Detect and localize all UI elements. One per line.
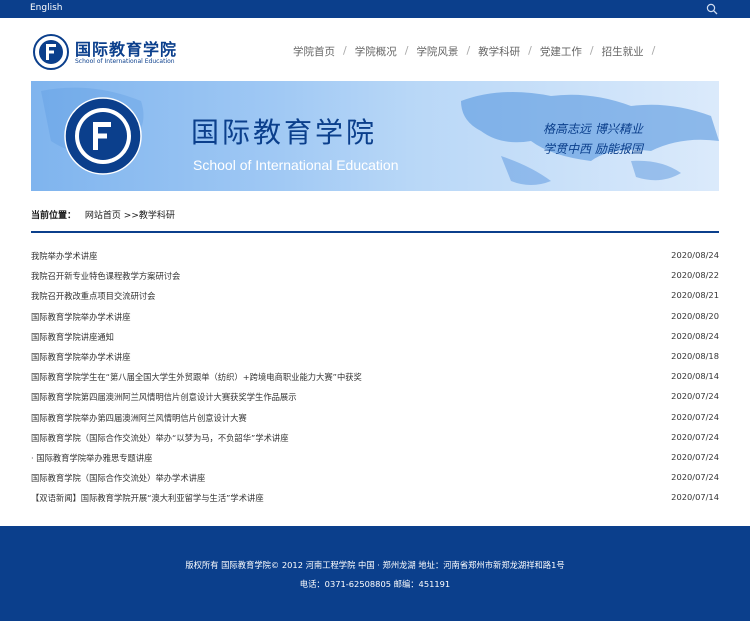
breadcrumb-current[interactable]: >>教学科研 — [124, 211, 175, 221]
news-title[interactable]: 国际教育学院举办学术讲座 — [31, 311, 131, 323]
nav-teaching-research[interactable]: 教学科研 — [478, 44, 520, 60]
news-date: 2020/07/24 — [671, 431, 719, 442]
list-item[interactable]: 国际教育学院举办学术讲座 2020/08/18 — [31, 348, 719, 368]
content-divider — [31, 231, 719, 233]
banner: 国际教育学院 School of International Education… — [31, 81, 719, 191]
list-item[interactable]: 国际教育学院学生在“第八届全国大学生外贸跟单（纺织）+跨境电商职业能力大赛”中获… — [31, 368, 719, 388]
news-title[interactable]: 我院召开教改重点项目交流研讨会 — [31, 290, 155, 302]
list-item[interactable]: 我院召开教改重点项目交流研讨会 2020/08/21 — [31, 287, 719, 307]
footer-copyright: 版权所有 国际教育学院© 2012 河南工程学院 中国 · 郑州龙湖 地址：河南… — [185, 560, 565, 570]
nav-separator: / — [343, 44, 347, 57]
news-title[interactable]: 国际教育学院举办第四届澳洲阿兰风情明信片创意设计大赛 — [31, 412, 247, 424]
nav-scenery[interactable]: 学院风景 — [416, 44, 458, 60]
nav-home[interactable]: 学院首页 — [293, 44, 335, 60]
list-item[interactable]: 我院召开新专业特色课程教学方案研讨会 2020/08/22 — [31, 267, 719, 287]
nav-separator: / — [404, 44, 409, 57]
nav-overview[interactable]: 学院概况 — [355, 44, 397, 60]
school-emblem-icon — [33, 34, 69, 70]
nav-party-work[interactable]: 党建工作 — [540, 44, 582, 60]
list-item[interactable]: 国际教育学院第四届澳洲阿兰风情明信片创意设计大赛获奖学生作品展示 2020/07/… — [31, 388, 719, 408]
news-date: 2020/07/24 — [671, 472, 719, 483]
news-list: 我院举办学术讲座 2020/08/24 我院召开新专业特色课程教学方案研讨会 202… — [31, 247, 719, 509]
site-header: 国际教育学院 School of International Education… — [0, 18, 750, 80]
news-date: 2020/07/24 — [671, 391, 719, 402]
news-title[interactable]: 国际教育学院学生在“第八届全国大学生外贸跟单（纺织）+跨境电商职业能力大赛”中获… — [31, 371, 362, 383]
news-date: 2020/08/24 — [671, 250, 719, 260]
list-item[interactable]: 国际教育学院（国际合作交流处）举办学术讲座 2020/07/24 — [31, 469, 719, 489]
top-bar: English — [0, 0, 750, 18]
news-title[interactable]: 【双语新闻】国际教育学院开展“澳大利亚留学与生活”学术讲座 — [31, 492, 264, 504]
news-title[interactable]: 国际教育学院（国际合作交流处）举办“以梦为马，不负韶华”学术讲座 — [31, 432, 289, 444]
nav-separator: / — [466, 44, 471, 57]
list-item[interactable]: 国际教育学院讲座通知 2020/08/24 — [31, 328, 719, 348]
news-title[interactable]: 国际教育学院举办学术讲座 — [31, 351, 131, 363]
news-title[interactable]: 我院召开新专业特色课程教学方案研讨会 — [31, 270, 180, 282]
nav-separator: / — [528, 44, 532, 57]
news-title[interactable]: 国际教育学院讲座通知 — [31, 331, 114, 343]
nav-separator: / — [589, 44, 594, 57]
logo-title-cn: 国际教育学院 — [75, 40, 178, 59]
list-item[interactable]: · 国际教育学院举办雅思专题讲座 2020/07/24 — [31, 449, 719, 469]
list-item[interactable]: 【双语新闻】国际教育学院开展“澳大利亚留学与生活”学术讲座 2020/07/14 — [31, 489, 719, 509]
news-date: 2020/08/22 — [671, 270, 719, 281]
banner-title-en: School of International Education — [193, 157, 399, 173]
news-date: 2020/08/21 — [671, 290, 719, 301]
news-title[interactable]: 我院举办学术讲座 — [31, 250, 97, 262]
breadcrumb: 当前位置： 网站首页 >>教学科研 — [31, 208, 175, 221]
news-date: 2020/08/20 — [671, 310, 719, 321]
news-date: 2020/07/24 — [671, 411, 719, 422]
school-logo[interactable]: 国际教育学院 School of International Education — [33, 34, 183, 74]
news-title[interactable]: 国际教育学院（国际合作交流处）举办学术讲座 — [31, 472, 205, 484]
news-title[interactable]: 国际教育学院第四届澳洲阿兰风情明信片创意设计大赛获奖学生作品展示 — [31, 391, 297, 403]
banner-title-cn: 国际教育学院 — [191, 116, 378, 149]
footer-contact: 电话：0371-62508805 邮编：451191 — [299, 579, 451, 589]
news-date: 2020/08/24 — [671, 330, 719, 341]
list-item[interactable]: 国际教育学院举办第四届澳洲阿兰风情明信片创意设计大赛 2020/07/24 — [31, 409, 719, 429]
motto-line-2: 学贯中西 励能报国 — [543, 142, 643, 156]
breadcrumb-label: 当前位置： — [31, 211, 77, 221]
nav-admissions[interactable]: 招生就业 — [602, 44, 644, 60]
main-nav: 学院首页 / 学院概况 / 学院风景 / 教学科研 / 党建工作 / 招生就业 … — [293, 44, 663, 60]
news-date: 2020/08/18 — [671, 350, 719, 361]
list-item[interactable]: 国际教育学院（国际合作交流处）举办“以梦为马，不负韶华”学术讲座 2020/07/… — [31, 429, 719, 449]
site-footer: 版权所有 国际教育学院© 2012 河南工程学院 中国 · 郑州龙湖 地址：河南… — [0, 526, 750, 621]
news-date: 2020/07/24 — [671, 451, 719, 462]
motto-line-1: 格高志远 博兴精业 — [543, 122, 643, 136]
search-icon[interactable] — [706, 3, 718, 15]
english-link[interactable]: English — [30, 3, 63, 13]
list-item[interactable]: 我院举办学术讲座 2020/08/24 — [31, 247, 719, 267]
nav-separator: / — [651, 44, 656, 57]
logo-title-en: School of International Education — [75, 58, 175, 65]
news-date: 2020/08/14 — [671, 371, 719, 382]
institute-seal-icon — [64, 97, 142, 175]
breadcrumb-home-link[interactable]: 网站首页 — [85, 211, 121, 221]
news-title[interactable]: · 国际教育学院举办雅思专题讲座 — [31, 452, 152, 464]
banner-motto: 格高志远 博兴精业 学贯中西 励能报国 — [543, 119, 703, 159]
news-date: 2020/07/14 — [671, 492, 719, 503]
list-item[interactable]: 国际教育学院举办学术讲座 2020/08/20 — [31, 308, 719, 328]
